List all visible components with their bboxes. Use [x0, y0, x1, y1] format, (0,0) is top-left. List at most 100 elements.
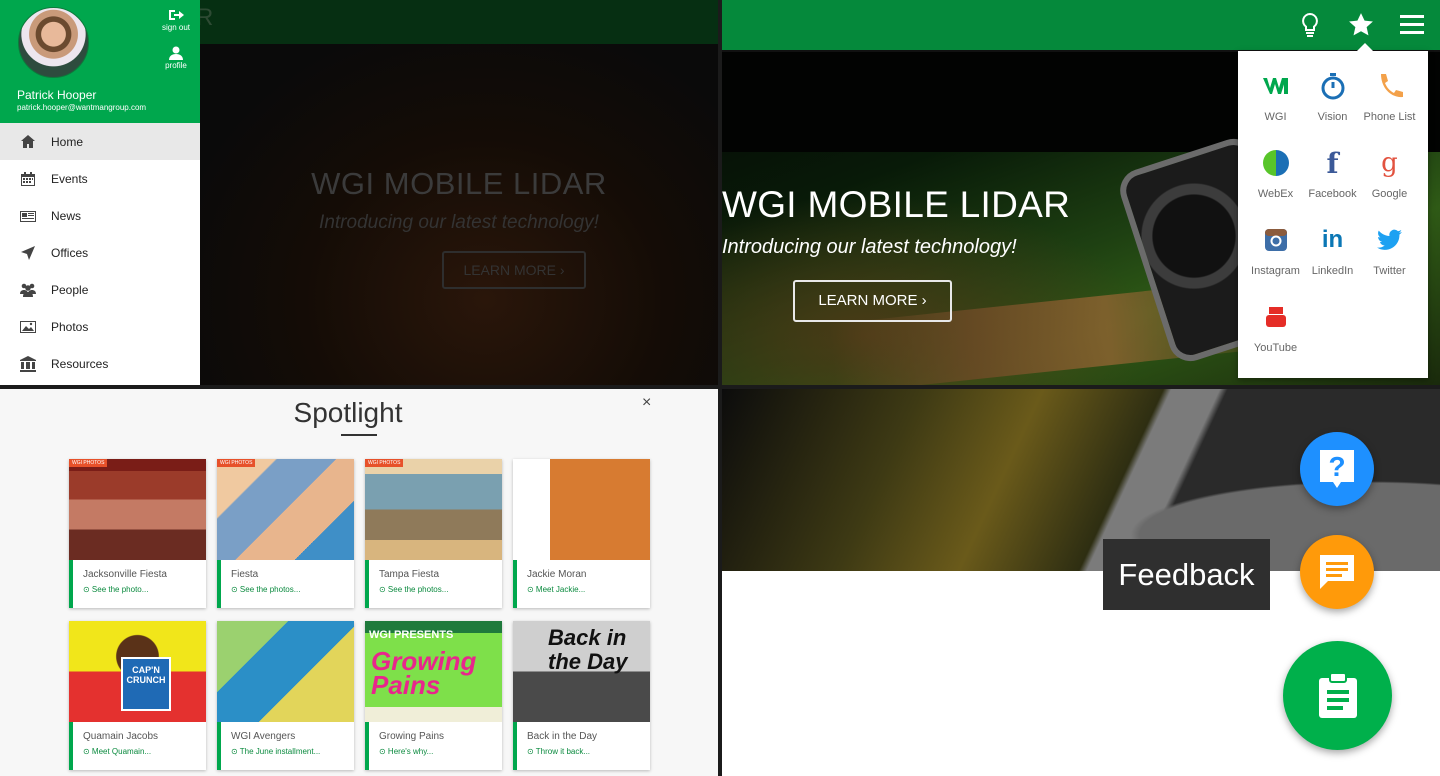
main-action-button[interactable] — [1283, 641, 1392, 750]
quick-links-dropdown: WGI Vision Phone List WebEx f Facebook g… — [1238, 43, 1428, 378]
menu-item-news[interactable]: News — [0, 197, 200, 234]
top-app-bar — [722, 0, 1440, 50]
card-photo: WGI PHOTOS — [217, 459, 354, 560]
clipboard-icon — [1318, 671, 1357, 718]
wgi-presents-text: WGI PRESENTS — [369, 629, 454, 641]
menu-item-people[interactable]: People — [0, 271, 200, 308]
quick-link-label: Vision — [1317, 111, 1348, 123]
location-arrow-icon — [21, 245, 35, 260]
bank-icon — [20, 355, 36, 372]
quick-link-label: YouTube — [1253, 342, 1298, 354]
quick-link-google[interactable]: g Google — [1361, 138, 1418, 215]
user-icon — [169, 46, 183, 60]
drawer-menu: Home Events News Offices People Photos R… — [0, 123, 200, 382]
quick-link-label: WebEx — [1257, 188, 1294, 200]
quick-links-view: WGI MOBILE LIDAR Introducing our latest … — [722, 0, 1440, 385]
twitter-icon — [1376, 229, 1402, 250]
menu-item-home[interactable]: Home — [0, 123, 200, 160]
menu-item-events[interactable]: Events — [0, 160, 200, 197]
quick-link-youtube[interactable]: YouTube — [1247, 292, 1304, 369]
quick-link-linkedin[interactable]: in LinkedIn — [1304, 215, 1361, 292]
dimmed-hero-title: WGI MOBILE LIDAR — [311, 166, 607, 201]
quick-link-wgi[interactable]: WGI — [1247, 61, 1304, 138]
spotlight-card-back-in-the-day[interactable]: Back in the Day Back in the Day ⊙ Throw i… — [513, 621, 650, 770]
hero-title: WGI MOBILE LIDAR — [722, 184, 1071, 225]
quick-link-instagram[interactable]: Instagram — [1247, 215, 1304, 292]
card-title: Jacksonville Fiesta — [83, 569, 167, 580]
card-link[interactable]: ⊙ The June installment... — [231, 747, 354, 756]
dimmed-learn-more-button: LEARN MORE › — [442, 251, 586, 289]
webex-icon — [1262, 150, 1289, 176]
dimmed-hero-subtitle: Introducing our latest technology! — [319, 212, 599, 233]
help-button[interactable]: ? — [1300, 432, 1374, 506]
card-link[interactable]: ⊙ Throw it back... — [527, 747, 650, 756]
quick-link-vision[interactable]: Vision — [1304, 61, 1361, 138]
people-icon — [20, 283, 36, 297]
card-link[interactable]: ⊙ See the photo... — [83, 585, 206, 594]
photo-tag: WGI PHOTOS — [217, 459, 256, 467]
spotlight-card-quamain-jacobs[interactable]: CAP'N CRUNCH Quamain Jacobs ⊙ Meet Quamai… — [69, 621, 206, 770]
user-name: Patrick Hooper — [17, 88, 97, 102]
spotlight-card-fiesta[interactable]: WGI PHOTOS Fiesta ⊙ See the photos... — [217, 459, 354, 608]
quick-link-phone-list[interactable]: Phone List — [1361, 61, 1418, 138]
card-link[interactable]: ⊙ Meet Quamain... — [83, 747, 206, 756]
menu-item-label: Photos — [51, 319, 89, 334]
wgi-logo-icon — [1262, 78, 1288, 94]
menu-item-offices[interactable]: Offices — [0, 234, 200, 271]
menu-item-label: People — [51, 282, 89, 297]
sign-out-icon — [169, 10, 184, 20]
quick-link-label: Google — [1371, 188, 1408, 200]
title-underline — [341, 434, 377, 436]
sign-out-label: sign out — [161, 23, 191, 32]
menu-item-resources[interactable]: Resources — [0, 345, 200, 382]
spotlight-card-growing-pains[interactable]: WGI PRESENTS Growing Pains Growing Pains ⊙… — [365, 621, 502, 770]
card-title: Quamain Jacobs — [83, 731, 159, 742]
menu-item-label: Offices — [51, 245, 89, 260]
svg-text:?: ? — [1328, 451, 1345, 482]
star-icon[interactable] — [1348, 12, 1374, 38]
phone-icon — [1380, 74, 1403, 98]
menu-item-label: Home — [51, 134, 84, 149]
spotlight-card-tampa-fiesta[interactable]: WGI PHOTOS Tampa Fiesta ⊙ See the photos.… — [365, 459, 502, 608]
nav-drawer-view: R WGI MOBILE LIDAR Introducing our lates… — [0, 0, 718, 385]
spotlight-title: Spotlight — [293, 397, 403, 428]
linkedin-icon: in — [1321, 226, 1344, 253]
quick-link-facebook[interactable]: f Facebook — [1304, 138, 1361, 215]
spotlight-view: Spotlight × WGI PHOTOS Jacksonville Fies… — [0, 389, 718, 776]
sign-out-button[interactable]: sign out — [156, 8, 196, 32]
image-icon — [20, 320, 36, 333]
feedback-message-icon — [1320, 555, 1354, 589]
card-title: Back in the Day — [527, 731, 598, 742]
avatar[interactable] — [18, 7, 89, 78]
home-icon — [21, 134, 35, 148]
menu-item-photos[interactable]: Photos — [0, 308, 200, 345]
close-icon[interactable]: × — [642, 394, 651, 412]
lightbulb-icon[interactable] — [1300, 13, 1320, 37]
card-link[interactable]: ⊙ Meet Jackie... — [527, 585, 650, 594]
menu-item-label: Resources — [51, 356, 109, 371]
card-link[interactable]: ⊙ See the photos... — [379, 585, 502, 594]
stopwatch-icon — [1321, 73, 1344, 100]
photo-tag: WGI PHOTOS — [365, 459, 404, 467]
quick-link-twitter[interactable]: Twitter — [1361, 215, 1418, 292]
photo-tag: WGI PHOTOS — [69, 459, 108, 467]
calendar-icon — [21, 171, 35, 186]
learn-more-button[interactable]: LEARN MORE › — [793, 280, 952, 322]
feedback-button[interactable] — [1300, 535, 1374, 609]
card-title: Fiesta — [231, 569, 259, 580]
profile-button[interactable]: profile — [156, 46, 196, 70]
card-link[interactable]: ⊙ See the photos... — [231, 585, 354, 594]
card-link[interactable]: ⊙ Here's why... — [379, 747, 502, 756]
user-email: patrick.hooper@wantmangroup.com — [17, 103, 147, 112]
hamburger-menu-icon[interactable] — [1400, 14, 1424, 36]
spotlight-card-jacksonville-fiesta[interactable]: WGI PHOTOS Jacksonville Fiesta ⊙ See the … — [69, 459, 206, 608]
screen-divider-horizontal — [0, 385, 1440, 389]
quick-link-label: Phone List — [1363, 111, 1416, 123]
card-photo: Back in the Day — [513, 621, 650, 722]
spotlight-card-wgi-avengers[interactable]: WGI Avengers ⊙ The June installment... — [217, 621, 354, 770]
spotlight-card-jackie-moran[interactable]: Jackie Moran ⊙ Meet Jackie... — [513, 459, 650, 608]
quick-link-label: LinkedIn — [1311, 265, 1354, 277]
quick-link-label: Facebook — [1308, 188, 1357, 200]
quick-link-webex[interactable]: WebEx — [1247, 138, 1304, 215]
cereal-box-art: CAP'N CRUNCH — [121, 657, 171, 711]
